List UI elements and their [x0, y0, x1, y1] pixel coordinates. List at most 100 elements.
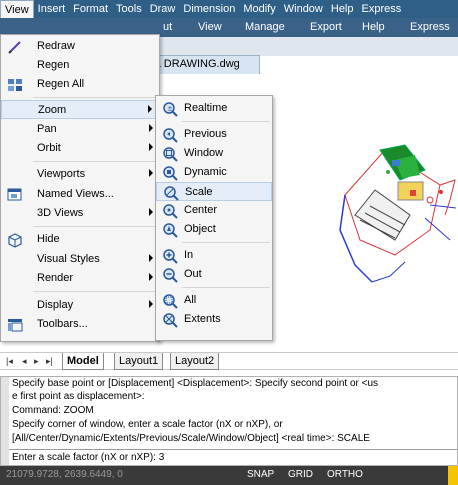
menu-express[interactable]: Express	[358, 0, 406, 18]
ortho-toggle[interactable]: ORTHO	[327, 469, 363, 480]
menu-insert[interactable]: Insert	[34, 0, 70, 18]
menu-item-label: Hide	[37, 233, 60, 245]
menu-modify[interactable]: Modify	[239, 0, 279, 18]
menu-item-regen[interactable]: Regen	[1, 56, 159, 75]
zoom-item-out[interactable]: Out	[156, 265, 272, 284]
nav-next-button[interactable]: ▸	[34, 356, 39, 367]
menu-item-label: Visual Styles	[37, 253, 100, 265]
ribbon-tab-view[interactable]: View	[198, 19, 222, 35]
menu-item-label: Pan	[37, 123, 57, 135]
submenu-arrow-icon	[149, 124, 153, 132]
submenu-arrow-icon	[149, 254, 153, 262]
menu-separator	[182, 242, 270, 243]
zoom-item-dynamic[interactable]: Dynamic	[156, 163, 272, 182]
menu-item-named-views[interactable]: Named Views...	[1, 185, 159, 204]
command-history-line: e first point as displacement>:	[12, 391, 145, 402]
status-highlight-indicator	[448, 466, 458, 485]
menu-item-label: Regen All	[37, 78, 85, 90]
menu-view[interactable]: View	[0, 0, 34, 18]
menu-item-label: Render	[37, 272, 74, 284]
zoom-item-label: Out	[184, 268, 202, 280]
menu-item-label: Redraw	[37, 40, 75, 52]
layout-tab-bar: |◂ ◂ ▸ ▸| Model Layout1 Layout2	[0, 352, 458, 370]
nav-prev-button[interactable]: ◂	[22, 356, 27, 367]
zoom-item-realtime[interactable]: ± Realtime	[156, 99, 272, 118]
zoom-item-label: In	[184, 249, 194, 261]
file-tab[interactable]: L DRAWING.dwg	[150, 55, 260, 74]
hide-cube-icon	[8, 233, 22, 248]
menu-item-regen-all[interactable]: Regen All	[1, 75, 159, 94]
zoom-item-label: All	[184, 294, 197, 306]
zoom-item-label: Previous	[184, 128, 227, 140]
menu-window[interactable]: Window	[280, 0, 327, 18]
snap-toggle[interactable]: SNAP	[247, 469, 274, 480]
zoom-item-label: Center	[184, 204, 218, 216]
command-history-line: Command: ZOOM	[12, 405, 94, 416]
nav-first-button[interactable]: |◂	[6, 356, 13, 367]
menu-item-visual-styles[interactable]: Visual Styles	[1, 250, 159, 269]
nav-last-button[interactable]: ▸|	[46, 356, 53, 367]
menu-separator	[33, 161, 157, 162]
named-views-icon	[7, 188, 22, 201]
command-window: Specify base point or [Displacement] <Di…	[0, 376, 458, 466]
ribbon-tab-layout[interactable]: ut	[163, 19, 172, 35]
status-bar: 21079.9728, 2639.6449, 0 SNAP GRID ORTHO	[0, 466, 458, 485]
menu-tools[interactable]: Tools	[112, 0, 146, 18]
zoom-item-all[interactable]: All	[156, 291, 272, 310]
zoom-out-icon	[163, 268, 178, 283]
zoom-item-center[interactable]: Center	[156, 201, 272, 220]
menu-separator	[182, 121, 270, 122]
menu-item-toolbars[interactable]: Toolbars...	[1, 315, 159, 334]
zoom-item-label: Object	[184, 223, 216, 235]
zoom-item-extents[interactable]: Extents	[156, 310, 272, 329]
menu-item-viewports[interactable]: Viewports	[1, 165, 159, 184]
submenu-arrow-icon	[148, 105, 152, 113]
submenu-arrow-icon	[149, 273, 153, 281]
menu-item-label: Zoom	[38, 104, 67, 116]
tab-layout1[interactable]: Layout1	[114, 353, 164, 370]
zoom-item-in[interactable]: In	[156, 246, 272, 265]
ribbon-tab-help[interactable]: Help	[362, 19, 385, 35]
command-input-text: Enter a scale factor (nX or nXP): 3	[12, 452, 165, 463]
menu-separator	[33, 97, 157, 98]
zoom-item-label: Dynamic	[184, 166, 227, 178]
zoom-item-window[interactable]: Window	[156, 144, 272, 163]
command-input-field[interactable]: Enter a scale factor (nX or nXP): 3	[9, 449, 457, 465]
command-window-handle[interactable]	[1, 377, 9, 465]
zoom-item-scale[interactable]: Scale	[156, 182, 272, 201]
menu-dimension[interactable]: Dimension	[179, 0, 239, 18]
pencil-icon	[8, 41, 21, 54]
submenu-arrow-icon	[149, 143, 153, 151]
command-history-line: Specify base point or [Displacement] <Di…	[12, 378, 379, 389]
menu-item-label: Orbit	[37, 142, 61, 154]
menu-format[interactable]: Format	[69, 0, 112, 18]
menu-item-redraw[interactable]: Redraw	[1, 37, 159, 56]
menu-item-orbit[interactable]: Orbit	[1, 139, 159, 158]
menu-item-zoom[interactable]: Zoom	[1, 100, 159, 119]
menu-item-3d-views[interactable]: 3D Views	[1, 204, 159, 223]
tab-model[interactable]: Model	[62, 353, 104, 370]
menu-separator	[33, 226, 157, 227]
menu-item-render[interactable]: Render	[1, 269, 159, 288]
grid-toggle[interactable]: GRID	[288, 469, 313, 480]
menu-draw[interactable]: Draw	[146, 0, 180, 18]
ribbon-tab-express[interactable]: Express	[410, 19, 450, 35]
tab-layout2[interactable]: Layout2	[170, 353, 220, 370]
ribbon-tab-manage[interactable]: Manage	[245, 19, 285, 35]
menu-item-pan[interactable]: Pan	[1, 120, 159, 139]
coordinate-readout: 21079.9728, 2639.6449, 0	[6, 469, 123, 480]
zoom-item-label: Realtime	[184, 102, 228, 114]
zoom-previous-icon	[163, 128, 178, 143]
menu-separator	[33, 291, 157, 292]
zoom-submenu: ± Realtime Previous Window Dynamic Scale…	[155, 95, 273, 341]
zoom-all-icon	[163, 294, 178, 309]
menu-separator	[182, 287, 270, 288]
menu-item-display[interactable]: Display	[1, 296, 159, 315]
view-menu-dropdown: Redraw Regen Regen All Zoom Pan Orbit Vi…	[0, 34, 160, 342]
command-history-line: Specify corner of window, enter a scale …	[12, 419, 283, 430]
menu-item-hide[interactable]: Hide	[1, 230, 159, 249]
menu-help[interactable]: Help	[327, 0, 358, 18]
zoom-item-previous[interactable]: Previous	[156, 125, 272, 144]
ribbon-tab-export[interactable]: Export	[310, 19, 342, 35]
zoom-item-object[interactable]: Object	[156, 220, 272, 239]
